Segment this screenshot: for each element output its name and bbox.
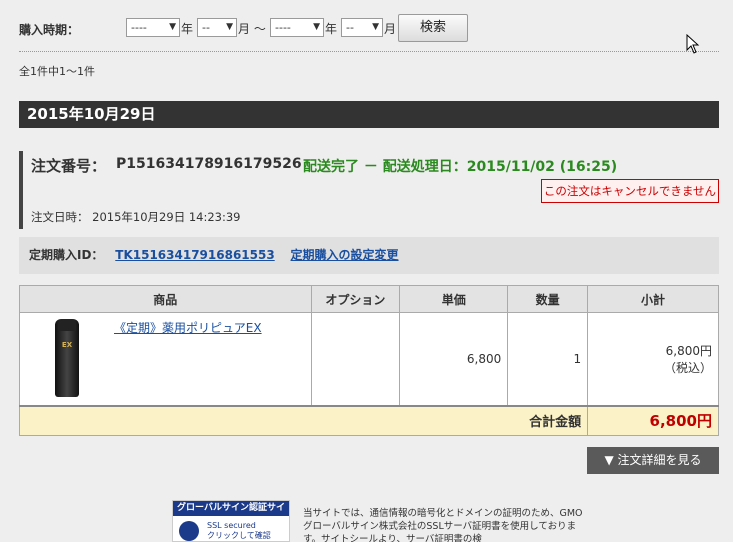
seal-text: SSL secured クリックして確認 bbox=[207, 521, 271, 541]
subscription-settings-link[interactable]: 定期購入の設定変更 bbox=[291, 248, 399, 262]
month-unit: 月 bbox=[384, 22, 397, 36]
dropdown-arrow-icon: ▼ bbox=[169, 22, 176, 32]
purchase-period-filter: 購入時期： ---- ▼ 年 -- ▼ 月 〜 ---- ▼ 年 -- ▼ 月 検索 bbox=[19, 14, 719, 52]
globalsign-logo-icon bbox=[179, 521, 199, 541]
order-number-label: 注文番号： bbox=[31, 157, 107, 175]
product-link[interactable]: 《定期》薬用ポリピュアEX bbox=[114, 319, 262, 336]
order-status: 配送完了 － 配送処理日：2015/11/02 (16:25) bbox=[303, 159, 618, 175]
year-unit: 年 bbox=[181, 22, 194, 36]
seal-line-1: SSL secured bbox=[207, 521, 256, 530]
order-summary: 注文番号： P151634178916179526 配送完了 － 配送処理日：2… bbox=[19, 151, 719, 229]
order-accent-bar bbox=[19, 151, 23, 229]
seal-title: グローバルサイン認証サイト bbox=[173, 501, 289, 528]
subscription-row: 定期購入ID： TK15163417916861553 定期購入の設定変更 bbox=[19, 237, 719, 274]
mouse-cursor-icon bbox=[686, 34, 700, 54]
cancel-not-allowed-badge: この注文はキャンセルできません bbox=[540, 179, 719, 203]
unit-price-cell: 6,800 bbox=[399, 312, 509, 406]
table-header-row: 商品 オプション 単価 数量 小計 bbox=[19, 285, 719, 313]
ssl-description: 当サイトでは、通信情報の暗号化とドメインの証明のため、GMOグローバルサイン株式… bbox=[303, 508, 583, 542]
quantity-cell: 1 bbox=[507, 312, 589, 406]
col-header-option: オプション bbox=[310, 285, 401, 313]
month-from-select[interactable]: -- ▼ bbox=[197, 18, 237, 37]
subtotal-cell: 6,800円 （税込） bbox=[587, 312, 719, 406]
result-count: 全1件中1〜1件 bbox=[19, 65, 95, 78]
subtotal-value: 6,800円 bbox=[665, 343, 712, 358]
year-to-select[interactable]: ---- ▼ bbox=[270, 18, 324, 37]
dropdown-arrow-icon: ▼ bbox=[313, 22, 320, 32]
option-cell bbox=[310, 312, 401, 406]
col-header-unit-price: 単価 bbox=[399, 285, 509, 313]
product-cell: EX 《定期》薬用ポリピュアEX bbox=[19, 312, 312, 406]
dropdown-arrow-icon: ▼ bbox=[226, 22, 233, 32]
subscription-id-link[interactable]: TK15163417916861553 bbox=[115, 248, 274, 262]
table-row: EX 《定期》薬用ポリピュアEX 6,800 1 6,800円 （税込） bbox=[19, 312, 719, 406]
range-separator: 月 〜 bbox=[238, 22, 266, 36]
col-header-quantity: 数量 bbox=[507, 285, 589, 313]
col-header-product: 商品 bbox=[19, 285, 312, 313]
total-row: 合計金額 6,800円 bbox=[18, 404, 719, 436]
order-date-header: 2015年10月29日 bbox=[19, 101, 719, 128]
order-items-table: 商品 オプション 単価 数量 小計 EX 《定期》薬用ポリピュアEX 6,800… bbox=[18, 285, 719, 436]
month-to-select[interactable]: -- ▼ bbox=[341, 18, 383, 37]
tax-note: （税込） bbox=[663, 360, 712, 375]
product-image[interactable]: EX bbox=[55, 319, 79, 397]
year-unit: 年 bbox=[325, 22, 338, 36]
total-label: 合計金額 bbox=[18, 404, 589, 436]
order-details-button[interactable]: ▼ 注文詳細を見る bbox=[587, 447, 719, 474]
bottle-cap bbox=[58, 319, 76, 331]
total-value: 6,800円 bbox=[587, 404, 719, 436]
dropdown-arrow-icon: ▼ bbox=[372, 22, 379, 32]
seal-line-2: クリックして確認 bbox=[207, 531, 271, 540]
order-datetime: 注文日時： 2015年10月29日 14:23:39 bbox=[31, 210, 241, 224]
product-logo: EX bbox=[61, 341, 73, 349]
search-button[interactable]: 検索 bbox=[398, 14, 468, 42]
year-from-select[interactable]: ---- ▼ bbox=[126, 18, 180, 37]
order-number: P151634178916179526 bbox=[116, 156, 302, 172]
col-header-subtotal: 小計 bbox=[587, 285, 719, 313]
filter-label: 購入時期： bbox=[19, 23, 80, 37]
ssl-site-seal[interactable]: グローバルサイン認証サイト SSL secured クリックして確認 bbox=[172, 500, 290, 542]
subscription-id-label: 定期購入ID： bbox=[29, 248, 104, 262]
